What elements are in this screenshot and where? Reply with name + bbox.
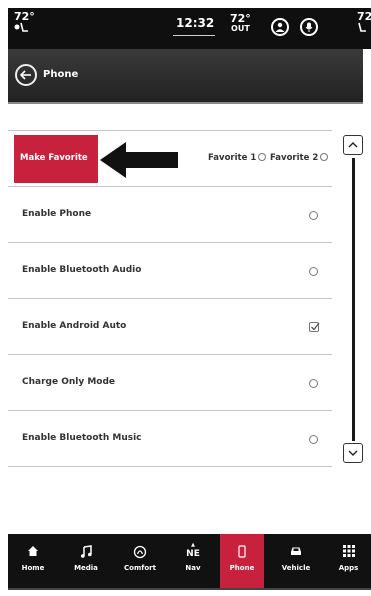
nav-label: Comfort — [124, 564, 156, 572]
setting-label: Enable Phone — [22, 209, 92, 219]
seat-heat-icon — [14, 22, 35, 35]
nav-label: Nav — [185, 564, 201, 572]
back-button[interactable] — [15, 64, 37, 86]
setting-row-enable-bluetooth-audio[interactable]: Enable Bluetooth Audio — [8, 242, 332, 298]
settings-list: Make Favorite Favorite 1 Favorite 2 Enab… — [8, 130, 332, 467]
nav-media[interactable]: Media — [60, 534, 112, 590]
outside-temp: 72° OUT — [230, 12, 251, 33]
nav-home[interactable]: Home — [8, 534, 58, 590]
home-icon — [8, 545, 58, 559]
setting-label: Enable Bluetooth Music — [22, 433, 142, 443]
nav-apps[interactable]: Apps — [326, 534, 371, 590]
favorite-2-option[interactable]: Favorite 2 — [270, 153, 329, 163]
radio-button-icon[interactable] — [309, 379, 318, 388]
page-header: Phone — [8, 49, 363, 104]
nav-comfort[interactable]: Comfort — [114, 534, 166, 590]
scroll-up-button[interactable] — [343, 135, 363, 155]
setting-label: Charge Only Mode — [22, 377, 116, 387]
radio-button-icon[interactable] — [309, 267, 318, 276]
divider — [8, 588, 371, 590]
setting-label: Enable Android Auto — [22, 321, 127, 331]
setting-label: Enable Bluetooth Audio — [22, 265, 142, 275]
favorite-1-option[interactable]: Favorite 1 — [208, 153, 267, 163]
music-note-icon — [60, 545, 112, 559]
page-title: Phone — [43, 69, 79, 80]
comfort-icon — [114, 545, 166, 559]
chevron-up-icon — [348, 142, 358, 148]
passenger-seat-icon — [357, 22, 371, 34]
scrollbar-track[interactable] — [352, 158, 355, 441]
clock: 12:32 — [176, 16, 215, 30]
setting-row-charge-only-mode[interactable]: Charge Only Mode — [8, 354, 332, 410]
driver-temp: 72° — [14, 10, 35, 23]
phone-icon — [220, 545, 264, 559]
passenger-climate[interactable]: 72 — [357, 11, 371, 34]
nav-label: Vehicle — [281, 564, 311, 572]
scroll-down-button[interactable] — [343, 443, 363, 463]
checkbox-checked-icon[interactable] — [309, 322, 320, 332]
setting-row-enable-phone[interactable]: Enable Phone — [8, 186, 332, 242]
make-favorite-button[interactable]: Make Favorite — [14, 135, 98, 183]
profile-icon[interactable] — [271, 18, 289, 36]
car-icon — [270, 545, 322, 559]
arrow-left-icon — [19, 70, 31, 80]
setting-row-enable-bluetooth-music[interactable]: Enable Bluetooth Music — [8, 410, 332, 467]
nav-label: Home — [21, 564, 45, 572]
compass-icon: ▲ NE — [186, 542, 200, 560]
radio-button-icon[interactable] — [309, 435, 318, 444]
nav-label: Apps — [338, 564, 359, 572]
favorite-row: Make Favorite Favorite 1 Favorite 2 — [8, 130, 332, 186]
arrow-left-icon — [100, 142, 178, 178]
divider — [173, 35, 215, 36]
passenger-temp: 72 — [357, 11, 371, 23]
nav-label: Media — [74, 564, 98, 572]
nav-nav[interactable]: ▲ NE Nav — [168, 534, 218, 590]
nav-phone[interactable]: Phone — [220, 534, 264, 590]
screen: 72° 12:32 72° OUT 72 Phone Make Favorite… — [0, 0, 371, 596]
radio-button-icon — [258, 153, 267, 161]
chevron-down-icon — [348, 450, 358, 456]
radio-button-icon[interactable] — [309, 211, 318, 220]
radio-button-icon — [320, 153, 329, 161]
setting-row-enable-android-auto[interactable]: Enable Android Auto — [8, 298, 332, 354]
driver-climate[interactable]: 72° — [14, 11, 35, 35]
nav-label: Phone — [229, 564, 255, 572]
bottom-nav: Home Media Comfort ▲ NE Nav Phone Vehicl… — [8, 534, 371, 590]
microphone-icon[interactable] — [300, 18, 318, 36]
status-bar: 72° 12:32 72° OUT 72 — [8, 8, 371, 49]
nav-vehicle[interactable]: Vehicle — [270, 534, 322, 590]
apps-grid-icon — [326, 545, 371, 559]
